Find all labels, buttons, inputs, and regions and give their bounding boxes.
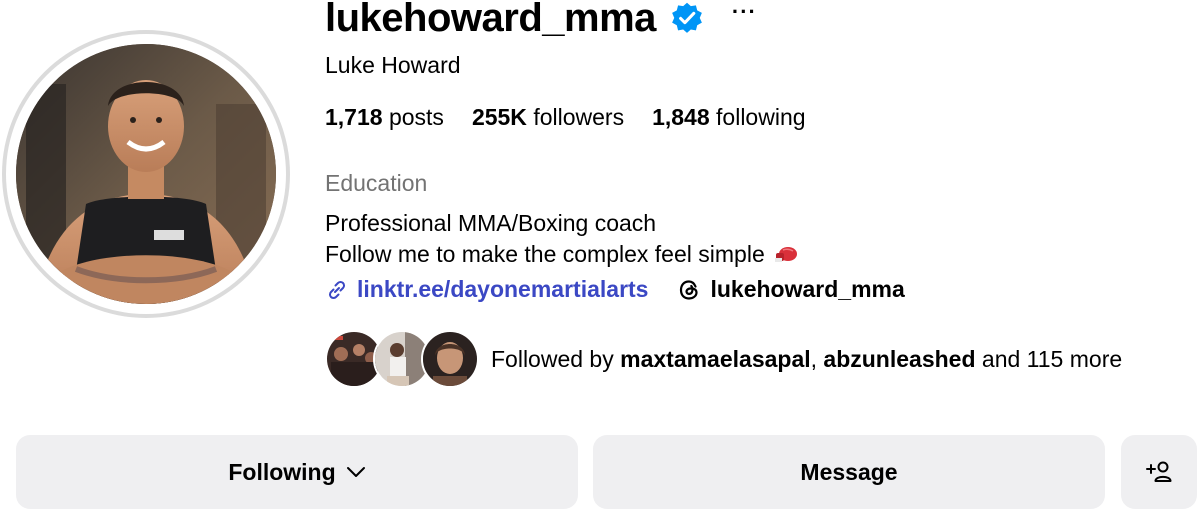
- followed-by-user-1: maxtamaelasapal: [620, 345, 811, 372]
- followers-count[interactable]: 255K followers: [472, 104, 624, 131]
- bio-line-2: Follow me to make the complex feel simpl…: [325, 239, 799, 270]
- profile-avatar-ring[interactable]: [6, 34, 286, 314]
- suggest-users-button[interactable]: [1121, 435, 1197, 509]
- followed-by-separator: ,: [810, 345, 824, 372]
- website-link-text: linktr.ee/dayonemartialarts: [357, 276, 649, 302]
- posts-number: 1,718: [325, 104, 383, 130]
- followed-by-prefix: Followed by: [491, 345, 621, 372]
- full-name: Luke Howard: [325, 52, 461, 78]
- profile-stats: 1,718 posts 255K followers 1,848 followi…: [325, 104, 806, 131]
- link-icon: [328, 280, 346, 299]
- posts-label: posts: [388, 104, 444, 130]
- following-count[interactable]: 1,848 following: [652, 104, 805, 131]
- following-number: 1,848: [652, 104, 710, 130]
- threads-icon: [680, 279, 699, 300]
- bio: Professional MMA/Boxing coach Follow me …: [325, 208, 799, 270]
- bio-line-1: Professional MMA/Boxing coach: [325, 208, 799, 239]
- bio-line-2-text: Follow me to make the complex feel simpl…: [325, 241, 765, 267]
- followed-by-text: Followed by maxtamaelasapal, abzunleashe…: [491, 346, 1122, 373]
- followed-by-user-2: abzunleashed: [823, 345, 976, 372]
- follower-avatar-3[interactable]: [421, 330, 479, 388]
- followers-label: followers: [533, 104, 625, 130]
- followed-by[interactable]: Followed by maxtamaelasapal, abzunleashe…: [325, 330, 1122, 388]
- following-button[interactable]: Following: [16, 435, 578, 509]
- username: lukehoward_mma: [325, 0, 656, 40]
- following-button-label: Following: [228, 458, 336, 485]
- boxing-glove-icon: [774, 246, 797, 262]
- username-row: lukehoward_mma ···: [325, 0, 757, 44]
- more-options-button[interactable]: ···: [732, 1, 757, 23]
- add-person-icon: [1146, 461, 1172, 482]
- followers-number: 255K: [471, 104, 527, 130]
- website-link[interactable]: linktr.ee/dayonemartialarts: [325, 276, 648, 303]
- followed-by-suffix: and 115 more: [975, 345, 1123, 372]
- threads-link-text: lukehoward_mma: [710, 276, 905, 302]
- chevron-down-icon: [346, 467, 365, 477]
- following-label: following: [716, 104, 806, 130]
- verified-badge-icon: [672, 2, 702, 33]
- message-button[interactable]: Message: [593, 435, 1105, 509]
- profile-avatar[interactable]: [16, 44, 276, 304]
- profile-category: Education: [325, 170, 428, 196]
- threads-link[interactable]: lukehoward_mma: [676, 276, 905, 303]
- message-button-label: Message: [800, 458, 898, 485]
- posts-count[interactable]: 1,718 posts: [325, 104, 444, 131]
- avatar-photo: [16, 44, 276, 304]
- bio-line-1-text: Professional MMA/Boxing coach: [325, 210, 657, 236]
- follower-photo-3: [423, 332, 477, 386]
- profile-links: linktr.ee/dayonemartialarts lukehoward_m…: [325, 276, 905, 303]
